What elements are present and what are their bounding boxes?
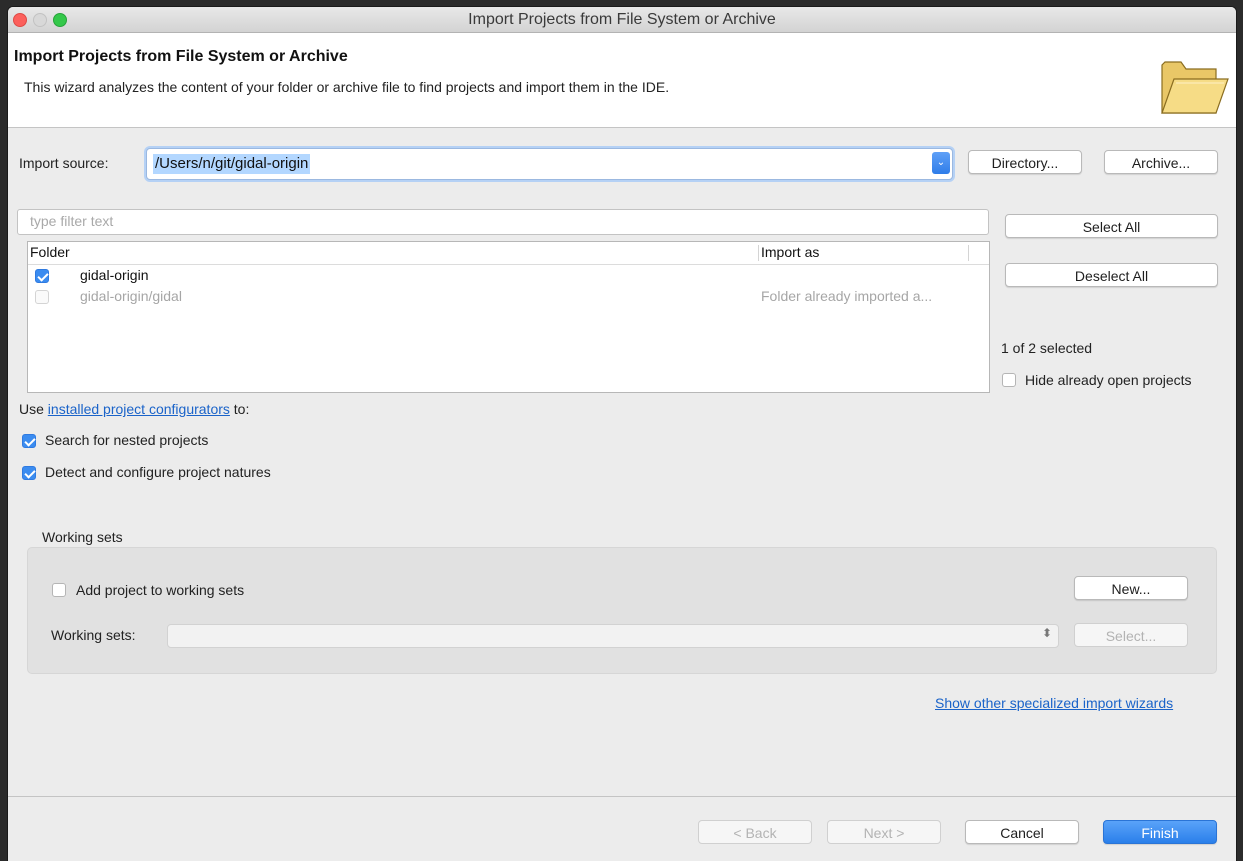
footer-divider (8, 796, 1236, 797)
wizard-title: Import Projects from File System or Arch… (14, 48, 348, 65)
nested-projects-checkbox[interactable] (22, 434, 36, 448)
chevron-down-icon[interactable]: ⌄ (932, 152, 950, 174)
working-sets-combo: ⬍ (167, 624, 1059, 648)
detect-natures-label[interactable]: Detect and configure project natures (45, 464, 271, 480)
cancel-button[interactable]: Cancel (965, 820, 1079, 844)
next-button: Next > (827, 820, 941, 844)
hide-open-projects-label[interactable]: Hide already open projects (1025, 372, 1192, 388)
new-working-set-button[interactable]: New... (1074, 576, 1188, 600)
import-source-combo[interactable]: /Users/n/git/gidal-origin ⌄ (146, 148, 953, 180)
working-sets-group-title: Working sets (42, 529, 123, 545)
selection-count: 1 of 2 selected (1001, 340, 1093, 356)
configurators-line: Use installed project configurators to: (19, 401, 249, 417)
installed-configurators-link[interactable]: installed project configurators (48, 401, 230, 417)
filter-placeholder: type filter text (30, 213, 114, 229)
detect-natures-checkbox[interactable] (22, 466, 36, 480)
import-source-value[interactable]: /Users/n/git/gidal-origin (153, 154, 311, 174)
select-all-button[interactable]: Select All (1005, 214, 1218, 238)
other-import-wizards-link[interactable]: Show other specialized import wizards (935, 695, 1173, 711)
directory-button[interactable]: Directory... (968, 150, 1082, 174)
title-bar: Import Projects from File System or Arch… (8, 7, 1236, 33)
configurators-prefix: Use (19, 401, 44, 417)
column-import-as[interactable]: Import as (761, 244, 819, 260)
configurators-suffix: to: (233, 401, 250, 417)
deselect-all-button[interactable]: Deselect All (1005, 263, 1218, 287)
finish-button[interactable]: Finish (1103, 820, 1217, 844)
hide-open-projects-checkbox[interactable] (1002, 373, 1016, 387)
column-divider (758, 245, 759, 261)
row-checkbox[interactable] (35, 269, 49, 283)
back-button: < Back (698, 820, 812, 844)
folder-icon (1161, 61, 1229, 114)
nested-projects-label[interactable]: Search for nested projects (45, 432, 208, 448)
table-row[interactable]: gidal-origin (28, 266, 989, 287)
column-folder[interactable]: Folder (30, 244, 70, 260)
up-down-arrows-icon: ⬍ (1041, 626, 1052, 640)
row-checkbox (35, 290, 49, 304)
working-sets-label: Working sets: (51, 627, 136, 643)
row-folder: gidal-origin (80, 267, 149, 283)
column-divider (968, 245, 969, 261)
row-import-as: Folder already imported a... (761, 288, 933, 304)
add-to-working-sets-checkbox[interactable] (52, 583, 66, 597)
archive-button[interactable]: Archive... (1104, 150, 1218, 174)
projects-table[interactable]: Folder Import as gidal-origin gidal-orig… (27, 241, 990, 393)
import-wizard-window: Import Projects from File System or Arch… (8, 7, 1236, 861)
filter-input[interactable]: type filter text (17, 209, 989, 235)
window-title: Import Projects from File System or Arch… (468, 11, 776, 28)
wizard-banner: Import Projects from File System or Arch… (8, 33, 1236, 128)
add-to-working-sets-label[interactable]: Add project to working sets (76, 582, 244, 598)
row-folder: gidal-origin/gidal (80, 288, 182, 304)
import-source-label: Import source: (19, 155, 109, 171)
table-header: Folder Import as (28, 242, 989, 265)
table-row: gidal-origin/gidal Folder already import… (28, 287, 989, 308)
working-sets-group: Add project to working sets New... Worki… (27, 547, 1217, 674)
select-working-set-button: Select... (1074, 623, 1188, 647)
wizard-description: This wizard analyzes the content of your… (24, 79, 670, 95)
